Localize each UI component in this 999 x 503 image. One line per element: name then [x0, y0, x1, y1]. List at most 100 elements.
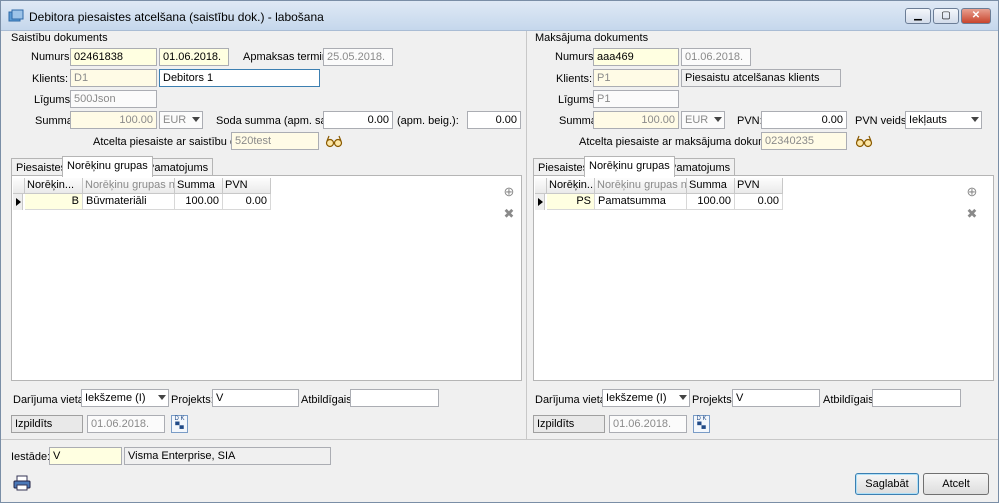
left-atcelta-input[interactable]: 520test — [231, 132, 319, 150]
table-row-pvn[interactable]: 0.00 — [735, 194, 783, 210]
table-row-code[interactable]: PS — [547, 194, 595, 210]
minimize-button[interactable]: ▁ — [905, 8, 931, 24]
left-dk-icon[interactable]: D K ▀▄ — [171, 415, 188, 433]
right-currency-value: EUR — [685, 114, 709, 126]
right-add-row-icon[interactable]: ⊕ — [965, 185, 979, 199]
right-klients-label: Klients: — [556, 73, 593, 85]
left-beig-label: (apm. beig.): — [397, 115, 459, 127]
left-numurs-input[interactable]: 02461838 — [70, 48, 157, 66]
right-izpildits-date[interactable]: 01.06.2018. — [609, 415, 687, 433]
chevron-down-icon — [192, 117, 200, 122]
window-title: Debitora piesaistes atcelšana (saistību … — [29, 10, 324, 24]
left-add-row-icon[interactable]: ⊕ — [502, 185, 516, 199]
chevron-down-icon — [679, 395, 687, 400]
panel-divider — [526, 31, 527, 439]
left-ligums-input[interactable]: 500Json — [70, 90, 157, 108]
left-date-input[interactable]: 01.06.2018. — [159, 48, 229, 66]
right-tab-norekinu-grupas[interactable]: Norēķinu grupas — [584, 156, 675, 177]
left-ligums-label: Līgums: — [34, 94, 74, 106]
right-darijuma-value: Iekšzeme (I) — [606, 392, 667, 404]
right-grid-header-code[interactable]: Norēķin... — [547, 178, 595, 194]
right-projekts-label: Projekts: — [692, 394, 735, 406]
right-pvn-veids-select[interactable]: Iekļauts — [905, 111, 982, 129]
right-grid-corner — [535, 178, 547, 194]
dialog-window: Debitora piesaistes atcelšana (saistību … — [0, 0, 999, 503]
left-izpildits-status: Izpildīts — [11, 415, 83, 433]
right-summa-input[interactable]: 100.00 — [593, 111, 679, 129]
app-icon — [8, 9, 24, 22]
right-atbildigais-input[interactable] — [872, 389, 961, 407]
iestade-code-input[interactable]: V — [49, 447, 122, 465]
right-grid-header-name[interactable]: Norēķinu grupas n... — [595, 178, 687, 194]
table-row-summa[interactable]: 100.00 — [175, 194, 223, 210]
right-pvn-veids-value: Iekļauts — [909, 114, 947, 126]
right-numurs-label: Numurs: — [555, 51, 597, 63]
iestade-label: Iestāde: — [11, 451, 51, 463]
right-grid: Norēķin... Norēķinu grupas n... Summa PV… — [535, 178, 959, 378]
left-atbildigais-input[interactable] — [350, 389, 439, 407]
left-numurs-label: Numurs: — [31, 51, 73, 63]
title-bar[interactable]: Debitora piesaistes atcelšana (saistību … — [1, 1, 998, 31]
left-grid-header-pvn[interactable]: PVN — [223, 178, 271, 194]
left-soda-beig-input[interactable]: 0.00 — [467, 111, 521, 129]
left-tab-norekinu-grupas[interactable]: Norēķinu grupas — [62, 156, 153, 177]
left-darijuma-select[interactable]: Iekšzeme (I) — [81, 389, 169, 407]
left-soda-sak-input[interactable]: 0.00 — [323, 111, 393, 129]
right-darijuma-label: Darījuma vieta: — [535, 394, 609, 406]
right-ligums-label: Līgums: — [558, 94, 598, 106]
left-grid-header-code[interactable]: Norēķin... — [25, 178, 83, 194]
table-row-name[interactable]: Pamatsumma — [595, 194, 687, 210]
left-delete-row-icon[interactable]: ✖ — [502, 207, 516, 221]
left-izpildits-date[interactable]: 01.06.2018. — [87, 415, 165, 433]
left-grid-corner — [13, 178, 25, 194]
left-apmaksas-input[interactable]: 25.05.2018. — [323, 48, 393, 66]
right-numurs-input[interactable]: aaa469 — [593, 48, 679, 66]
right-section-title: Maksājuma dokuments — [535, 32, 649, 44]
right-darijuma-select[interactable]: Iekšzeme (I) — [602, 389, 690, 407]
right-izpildits-status: Izpildīts — [533, 415, 605, 433]
close-icon: ✕ — [971, 10, 981, 21]
right-projekts-input[interactable]: V — [732, 389, 820, 407]
left-projekts-input[interactable]: V — [212, 389, 299, 407]
left-summa-input[interactable]: 100.00 — [70, 111, 157, 129]
right-grid-header-pvn[interactable]: PVN — [735, 178, 783, 194]
chevron-down-icon — [714, 117, 722, 122]
right-atcelta-input[interactable]: 02340235 — [761, 132, 847, 150]
maximize-icon: ▢ — [941, 10, 951, 21]
dk-icon-label: D K — [696, 416, 707, 422]
right-dk-icon[interactable]: D K ▀▄ — [693, 415, 710, 433]
left-grid: Norēķin... Norēķinu grupas n... Summa PV… — [13, 178, 493, 378]
right-ligums-input[interactable]: P1 — [593, 90, 679, 108]
cancel-button[interactable]: Atcelt — [923, 473, 989, 495]
right-date-input[interactable]: 01.06.2018. — [681, 48, 751, 66]
table-row-summa[interactable]: 100.00 — [687, 194, 735, 210]
right-pvn-input[interactable]: 0.00 — [761, 111, 847, 129]
left-section-title: Saistību dokuments — [11, 32, 108, 44]
left-atbildigais-label: Atbildīgais: — [301, 394, 355, 406]
glasses-icon[interactable] — [855, 134, 873, 148]
left-grid-header-name[interactable]: Norēķinu grupas n... — [83, 178, 175, 194]
right-delete-row-icon[interactable]: ✖ — [965, 207, 979, 221]
left-projekts-label: Projekts: — [171, 394, 214, 406]
right-currency-select[interactable]: EUR — [681, 111, 725, 129]
iestade-name-input[interactable]: Visma Enterprise, SIA — [124, 447, 331, 465]
left-grid-header-summa[interactable]: Summa — [175, 178, 223, 194]
right-pvn-veids-label: PVN veids: — [855, 115, 910, 127]
table-row-code[interactable]: B — [25, 194, 83, 210]
left-currency-value: EUR — [163, 114, 187, 126]
left-currency-select[interactable]: EUR — [159, 111, 203, 129]
print-icon[interactable] — [13, 475, 31, 491]
close-button[interactable]: ✕ — [961, 8, 991, 24]
left-klients-name-input[interactable]: Debitors 1 — [159, 69, 320, 87]
maximize-button[interactable]: ▢ — [933, 8, 959, 24]
save-button[interactable]: Saglabāt — [855, 473, 919, 495]
left-klients-code-input[interactable]: D1 — [70, 69, 157, 87]
right-klients-code-input[interactable]: P1 — [593, 69, 679, 87]
right-klients-name-input[interactable]: Piesaistu atcelšanas klients — [681, 69, 841, 87]
right-atcelta-label: Atcelta piesaiste ar maksājuma dokumentu… — [579, 136, 792, 148]
glasses-icon[interactable] — [325, 134, 343, 148]
chevron-down-icon — [971, 117, 979, 122]
table-row-pvn[interactable]: 0.00 — [223, 194, 271, 210]
table-row-name[interactable]: Būvmateriāli — [83, 194, 175, 210]
right-grid-header-summa[interactable]: Summa — [687, 178, 735, 194]
